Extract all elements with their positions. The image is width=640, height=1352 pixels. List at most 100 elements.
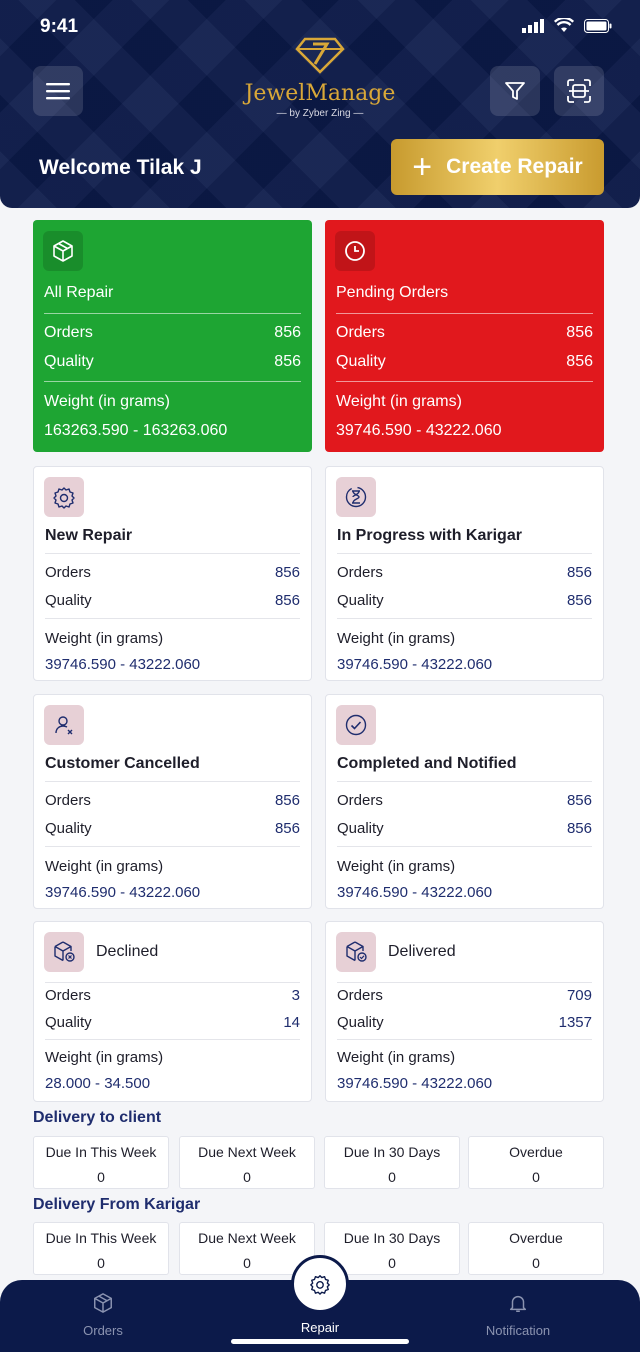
orders-row: Orders 3 (45, 987, 300, 1004)
weight-value: 39746.590 - 43222.060 (337, 656, 493, 673)
clock-icon (335, 231, 375, 271)
new-repair-card[interactable]: New Repair Orders 856 Quality 856 Weight (… (33, 466, 312, 681)
box-declined-icon (44, 932, 84, 972)
card-title: Pending Orders (336, 284, 449, 301)
orders-row: Orders 709 (337, 987, 592, 1004)
orders-value: 856 (274, 564, 300, 581)
weight-label: Weight (in grams) (337, 1049, 456, 1066)
bell-icon (509, 1295, 527, 1312)
client-due-30-days[interactable]: Due In 30 Days 0 (324, 1136, 460, 1189)
quality-row: Quality 856 (45, 820, 300, 837)
completed-notified-card[interactable]: Completed and Notified Orders 856 Quality… (325, 694, 604, 909)
quality-label: Quality (337, 820, 384, 837)
create-repair-button[interactable]: + Create Repair (391, 139, 604, 195)
tile-label: Due In This Week (45, 1144, 157, 1160)
tile-label: Due In 30 Days (343, 1230, 441, 1246)
diamond-logo-icon (295, 37, 345, 74)
orders-label: Orders (337, 564, 383, 581)
card-title: Delivered (388, 943, 456, 960)
weight-value: 163263.590 - 163263.060 (44, 422, 228, 439)
orders-label: Orders (45, 792, 91, 809)
nav-orders-label: Orders (83, 1323, 123, 1338)
quality-label: Quality (45, 1014, 92, 1031)
pending-orders-card[interactable]: Pending Orders Orders 856 Quality 856 Weig… (325, 220, 604, 452)
divider (44, 313, 301, 314)
app-logo: JewelManage — by Zyber Zing — (220, 36, 420, 119)
weight-value: 39746.590 - 43222.060 (45, 884, 201, 901)
card-title: Declined (96, 943, 159, 960)
karigar-overdue[interactable]: Overdue 0 (468, 1222, 604, 1275)
tile-label: Overdue (509, 1230, 563, 1246)
tile-label: Due In This Week (45, 1230, 157, 1246)
box-icon (94, 1293, 112, 1313)
create-repair-label: Create Repair (446, 155, 583, 178)
card-title: In Progress with Karigar (337, 527, 522, 544)
quality-value: 1357 (558, 1014, 592, 1031)
orders-row: Orders 856 (44, 324, 301, 342)
quality-value: 856 (566, 592, 592, 609)
delivered-card[interactable]: Delivered Orders 709 Quality 1357 Weight (… (325, 921, 604, 1102)
repair-gear-icon (44, 477, 84, 517)
orders-row: Orders 856 (337, 564, 592, 581)
box-icon (43, 231, 83, 271)
customer-cancelled-card[interactable]: Customer Cancelled Orders 856 Quality 856 … (33, 694, 312, 909)
quality-value: 856 (274, 820, 300, 837)
orders-value: 856 (566, 564, 592, 581)
orders-label: Orders (45, 564, 91, 581)
card-title: All Repair (44, 284, 114, 301)
orders-value: 3 (291, 987, 300, 1004)
declined-card[interactable]: Declined Orders 3 Quality 14 Weight (in gr… (33, 921, 312, 1102)
client-due-next-week[interactable]: Due Next Week 0 (179, 1136, 315, 1189)
weight-label: Weight (in grams) (337, 858, 456, 875)
card-title: Completed and Notified (337, 755, 517, 772)
orders-value: 856 (566, 792, 592, 809)
in-progress-card[interactable]: In Progress with Karigar Orders 856 Quali… (325, 466, 604, 681)
nav-repair-label[interactable]: Repair (260, 1320, 380, 1335)
tile-value: 0 (97, 1169, 105, 1185)
hourglass-icon (336, 477, 376, 517)
status-icons (522, 18, 612, 33)
orders-label: Orders (336, 324, 385, 341)
nav-repair-button[interactable] (291, 1255, 349, 1313)
divider (44, 381, 301, 382)
scan-button[interactable] (554, 66, 604, 116)
orders-row: Orders 856 (336, 324, 593, 342)
karigar-due-next-week[interactable]: Due Next Week 0 (179, 1222, 315, 1275)
quality-value: 856 (274, 592, 300, 609)
quality-row: Quality 14 (45, 1014, 300, 1031)
quality-row: Quality 856 (337, 820, 592, 837)
app-byline: — by Zyber Zing — (276, 108, 364, 119)
quality-row: Quality 1357 (337, 1014, 592, 1031)
karigar-due-this-week[interactable]: Due In This Week 0 (33, 1222, 169, 1275)
weight-label: Weight (in grams) (336, 393, 462, 410)
battery-icon (584, 18, 612, 33)
check-circle-icon (336, 705, 376, 745)
quality-label: Quality (336, 353, 386, 370)
weight-value: 28.000 - 34.500 (45, 1075, 151, 1092)
divider (337, 1039, 592, 1040)
wifi-icon (554, 18, 574, 32)
quality-row: Quality 856 (336, 353, 593, 371)
client-overdue[interactable]: Overdue 0 (468, 1136, 604, 1189)
divider (337, 846, 592, 847)
box-delivered-icon (336, 932, 376, 972)
divider (45, 846, 300, 847)
filter-button[interactable] (490, 66, 540, 116)
tile-value: 0 (243, 1169, 251, 1185)
nav-orders[interactable]: Orders (43, 1292, 163, 1338)
client-due-this-week[interactable]: Due In This Week 0 (33, 1136, 169, 1189)
quality-value: 856 (274, 353, 301, 370)
weight-value: 39746.590 - 43222.060 (45, 656, 201, 673)
delivery-to-client-title: Delivery to client (33, 1109, 162, 1126)
karigar-due-30-days[interactable]: Due In 30 Days 0 (324, 1222, 460, 1275)
all-repair-card[interactable]: All Repair Orders 856 Quality 856 Weight (… (33, 220, 312, 452)
orders-value: 709 (566, 987, 592, 1004)
nav-notification[interactable]: Notification (458, 1292, 578, 1338)
cellular-signal-icon (522, 18, 544, 33)
status-time: 9:41 (40, 16, 79, 37)
quality-row: Quality 856 (337, 592, 592, 609)
divider (336, 381, 593, 382)
card-title: New Repair (45, 527, 133, 544)
menu-button[interactable] (33, 66, 83, 116)
quality-label: Quality (337, 592, 384, 609)
